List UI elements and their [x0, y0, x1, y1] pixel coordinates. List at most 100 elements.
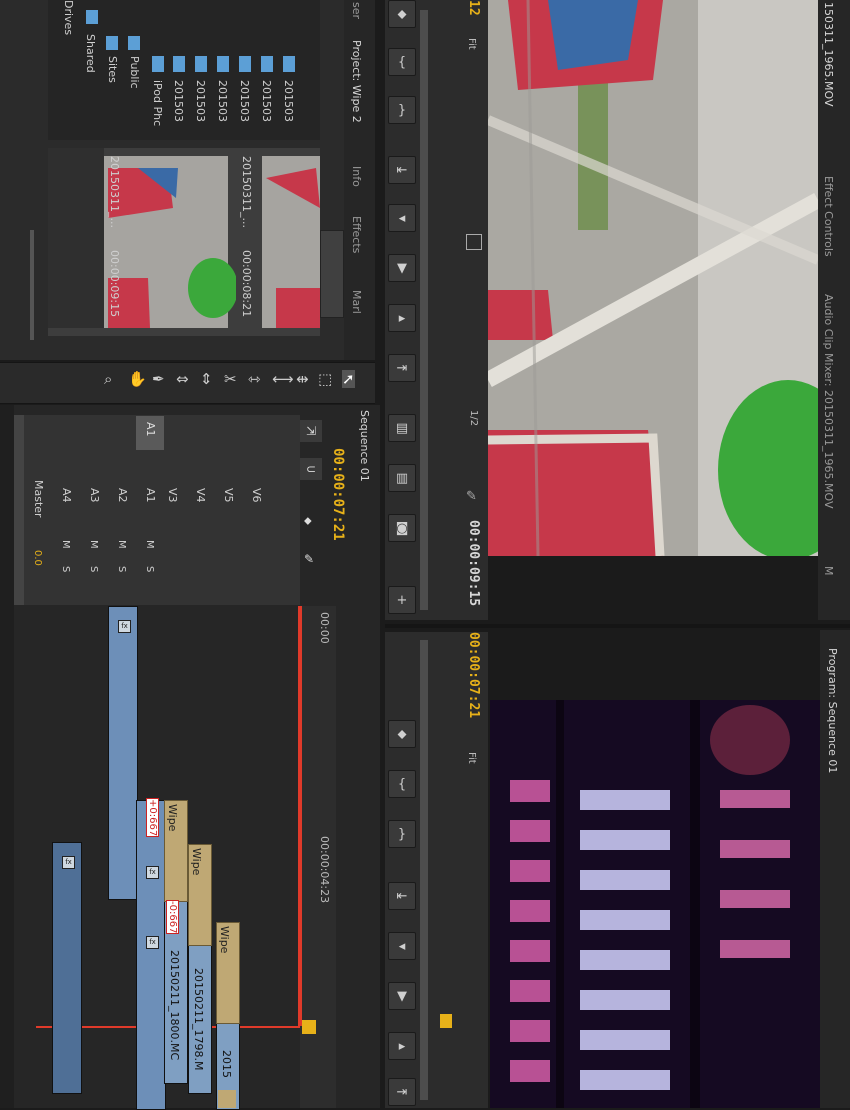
tab-media-browser-v[interactable]: ser — [350, 2, 363, 19]
thumb-1-duration: 00:00:09:15 — [108, 250, 121, 318]
tree-item-7-v[interactable]: 201503 — [216, 80, 229, 122]
program-play-icon-v[interactable]: ▼ — [388, 982, 416, 1010]
timeline-wrench-icon[interactable]: ✎ — [304, 552, 318, 566]
step-back-icon-v[interactable]: ◂ — [388, 204, 416, 232]
program-title-v[interactable]: Program: Sequence 01 — [826, 648, 839, 773]
tab-markers-v[interactable]: Marl — [350, 290, 363, 314]
folder-icon — [106, 36, 118, 50]
tree-item-drives-v[interactable]: Drives — [62, 0, 75, 35]
track-v5: V5 — [222, 488, 235, 503]
mute-a1[interactable]: M — [144, 540, 155, 549]
export-frame-icon-v[interactable]: ◙ — [388, 514, 416, 542]
program-mark-in-icon-v[interactable]: { — [388, 770, 416, 798]
go-to-in-icon-v[interactable]: ⇤ — [388, 156, 416, 184]
track-v4: V4 — [194, 488, 207, 503]
mute-a3[interactable]: M — [88, 540, 99, 549]
linked-selection-icon[interactable]: ⊂ — [300, 458, 322, 480]
fx-badge-icon: fx — [146, 936, 159, 949]
track-select-icon[interactable]: ⬚ — [318, 370, 332, 388]
tree-item-ipod-v[interactable]: iPod Phc — [151, 80, 164, 126]
wrench-icon[interactable]: ✎ — [466, 490, 480, 504]
rate-stretch-icon[interactable]: ⇿ — [248, 370, 261, 388]
video-clip-v3-name: 20150211_1800.MC — [168, 950, 181, 1061]
program-scrubber-v[interactable] — [420, 640, 428, 1100]
razor-tool-icon[interactable]: ✂ — [224, 370, 237, 388]
solo-a4[interactable]: S — [60, 566, 71, 572]
timeline-vscroll[interactable] — [14, 415, 24, 605]
insert-icon-v[interactable]: ▤ — [388, 414, 416, 442]
add-marker-icon-v[interactable]: ⬥ — [388, 0, 416, 28]
mark-in-icon-v[interactable]: { — [388, 48, 416, 76]
master-value[interactable]: 0.0 — [32, 550, 43, 566]
mute-a2[interactable]: M — [116, 540, 127, 549]
go-to-out-icon-v[interactable]: ⇥ — [388, 354, 416, 382]
source-clip-title-v[interactable]: 150311_1965.MOV — [822, 2, 835, 106]
program-mark-out-icon-v[interactable]: } — [388, 820, 416, 848]
overwrite-icon-v[interactable]: ▥ — [388, 464, 416, 492]
hand-tool-icon[interactable]: ✋ — [128, 370, 147, 388]
solo-a1[interactable]: S — [144, 566, 155, 572]
pen-tool-icon[interactable]: ✒ — [152, 370, 165, 388]
play-icon-v[interactable]: ▼ — [388, 254, 416, 282]
thumb-2-duration: 00:00:08:21 — [240, 250, 253, 318]
solo-a2[interactable]: S — [116, 566, 127, 572]
program-playhead-v[interactable] — [440, 1014, 452, 1028]
rolling-edit-icon[interactable]: ⟷ — [272, 370, 294, 388]
work-area-bar[interactable] — [298, 606, 302, 1026]
source-fit-v[interactable]: Fit — [466, 38, 477, 50]
project-search-input[interactable] — [320, 230, 344, 318]
zoom-tool-icon[interactable]: ⌕ — [104, 370, 112, 388]
tree-item-6-v[interactable]: 201503 — [194, 80, 207, 122]
tree-item-shared-v[interactable]: Shared — [84, 34, 97, 73]
tree-item-public-v[interactable]: Public — [128, 56, 141, 89]
program-step-forward-icon-v[interactable]: ▸ — [388, 1032, 416, 1060]
snap-icon[interactable]: ⇲ — [300, 420, 322, 442]
audio-clip-a1[interactable] — [136, 800, 166, 1110]
video-clip-v4-name: 20150211_1798.M — [192, 968, 205, 1071]
audio-clip-a4[interactable] — [52, 842, 82, 1094]
mark-out-icon-v[interactable]: } — [388, 96, 416, 124]
source-scrubber-v[interactable] — [420, 10, 428, 610]
timeline-playhead-handle[interactable] — [302, 1020, 316, 1034]
fx-badge-icon: fx — [62, 856, 75, 869]
program-fit-v[interactable]: Fit — [466, 752, 477, 764]
tab-info-v[interactable]: Info — [350, 166, 363, 187]
tab-audio-clip-mixer-v[interactable]: Audio Clip Mixer: 20150311_1965.MOV — [822, 294, 835, 509]
mute-a4[interactable]: M — [60, 540, 71, 549]
tree-item-9-v[interactable]: 201503 — [260, 80, 273, 122]
add-marker-timeline-icon[interactable]: ⬥ — [304, 514, 318, 528]
add-button-v[interactable]: + — [388, 586, 416, 614]
program-go-to-out-icon-v[interactable]: ⇥ — [388, 1078, 416, 1106]
tab-project-v[interactable]: Project: Wipe 2 — [350, 40, 363, 123]
safe-margins-icon[interactable] — [466, 234, 482, 250]
selection-tool-icon[interactable]: ➚ — [342, 370, 355, 388]
zoom-slider[interactable] — [30, 230, 34, 340]
tree-item-sites-v[interactable]: Sites — [106, 56, 119, 83]
folder-icon — [86, 10, 98, 24]
wipe-transition-v5-end[interactable] — [218, 1090, 236, 1108]
slide-tool-icon[interactable]: ⇔ — [176, 370, 189, 388]
step-forward-icon-v[interactable]: ▸ — [388, 304, 416, 332]
track-a1: A1 — [144, 488, 157, 503]
tab-effects-v[interactable]: Effects — [350, 216, 363, 253]
audio-clip-a2-1[interactable] — [108, 606, 138, 900]
program-marker-icon-v[interactable]: ⬥ — [388, 720, 416, 748]
ripple-edit-icon[interactable]: ⇹ — [296, 370, 309, 388]
slip-tool-icon[interactable]: ⇕ — [200, 370, 213, 388]
wipe-label-v4: Wipe — [190, 848, 203, 876]
sequence-tab[interactable]: Sequence 01 — [358, 410, 371, 482]
tree-item-8-v[interactable]: 201503 — [238, 80, 251, 122]
thumb-1[interactable] — [48, 148, 238, 336]
tree-item-5-v[interactable]: 201503 — [172, 80, 185, 122]
source-timecode-v: 12 — [466, 0, 481, 16]
program-go-to-in-icon-v[interactable]: ⇤ — [388, 882, 416, 910]
tab-effect-controls-v[interactable]: Effect Controls — [822, 176, 835, 257]
program-step-back-icon-v[interactable]: ◂ — [388, 932, 416, 960]
tree-item-10-v[interactable]: 201503 — [282, 80, 295, 122]
ruler-label-0: 00:00 — [318, 612, 331, 644]
solo-a3[interactable]: S — [88, 566, 99, 572]
tab-more-v[interactable]: M — [822, 566, 835, 576]
timeline-hscroll[interactable] — [0, 405, 14, 1108]
source-resolution-v[interactable]: 1/2 — [468, 410, 479, 426]
wipe-label-v5: Wipe — [218, 926, 231, 954]
